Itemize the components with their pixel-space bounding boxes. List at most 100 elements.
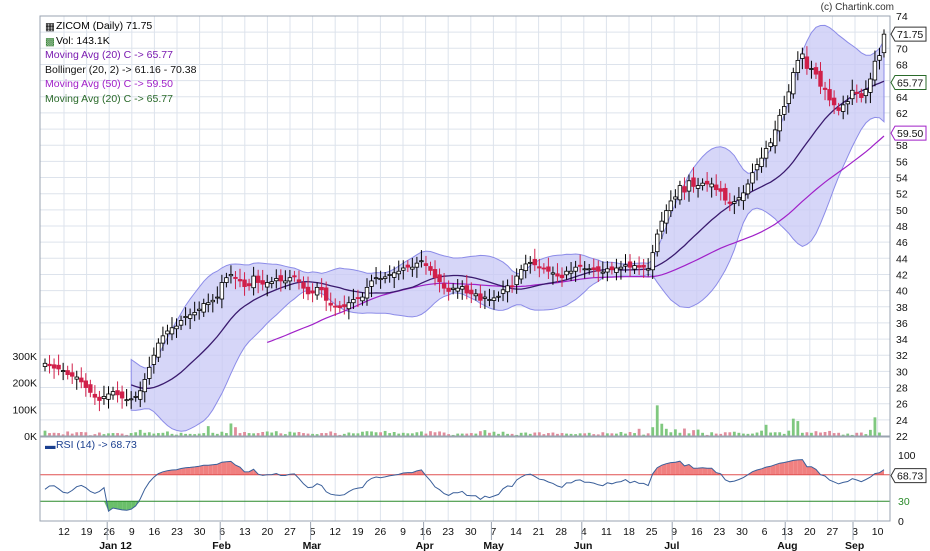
- volume-bar: [655, 405, 659, 436]
- x-tick-label: 9: [129, 526, 135, 538]
- candle-body: [691, 177, 696, 187]
- candle-body: [872, 60, 878, 81]
- candle-body: [51, 364, 57, 369]
- x-tick-label: 12: [329, 526, 341, 538]
- price-tick-label: 68: [896, 59, 908, 71]
- legend-volume: ▩Vol: 143.1K: [45, 34, 196, 49]
- x-tick-label: 27: [284, 526, 296, 538]
- candle-body: [47, 363, 52, 367]
- price-tick-label: 56: [896, 156, 908, 168]
- candle-body: [854, 91, 859, 94]
- candle: [56, 354, 61, 376]
- rsi-layer: [40, 459, 890, 513]
- volume-bar: [651, 427, 655, 436]
- candle-body: [741, 192, 746, 202]
- candle: [79, 367, 84, 389]
- rsi-overbought-fill: [190, 466, 195, 475]
- price-tick-label: 44: [896, 253, 908, 265]
- candle-body: [201, 303, 206, 313]
- candle-body: [323, 287, 329, 301]
- candle-body: [541, 267, 547, 270]
- price-tick-label: 50: [896, 205, 908, 217]
- legend-price: ▦ZICOM (Daily) 71.75: [45, 19, 196, 34]
- volume-bar: [673, 429, 677, 436]
- candle-body: [278, 275, 284, 282]
- volume-bar: [79, 432, 83, 436]
- legend-ma20-text: Moving Avg (20) C -> 65.77: [45, 49, 173, 61]
- candle-body: [360, 296, 365, 302]
- price-tick-label: 38: [896, 302, 908, 314]
- candle-body: [618, 266, 624, 270]
- rsi-overbought-fill: [806, 466, 812, 475]
- candle-body: [664, 210, 669, 224]
- candle-body: [115, 390, 120, 396]
- volume-bar: [868, 429, 872, 436]
- candle-body: [165, 330, 170, 335]
- volume-bar: [433, 432, 437, 436]
- candle-body: [800, 53, 805, 59]
- candle-body: [133, 396, 138, 398]
- price-badge-text: 71.75: [897, 29, 923, 41]
- volume-bar: [660, 423, 664, 436]
- candle-body: [636, 265, 642, 268]
- price-tick-label: 74: [896, 11, 908, 23]
- candle-body: [242, 279, 247, 287]
- volume-bar: [365, 431, 369, 436]
- ma50-badge: 59.50: [890, 125, 927, 141]
- candle-body: [831, 97, 837, 106]
- volume-bar: [383, 430, 387, 436]
- candle-body: [428, 266, 433, 271]
- rsi-overbought-fill: [226, 461, 231, 475]
- candle-body: [224, 277, 229, 283]
- candle: [97, 390, 102, 412]
- candle-body: [591, 267, 596, 271]
- volume-bar: [692, 430, 695, 436]
- volume-bar: [823, 432, 827, 436]
- candle-body: [863, 89, 869, 97]
- volume-bar: [361, 431, 364, 436]
- x-tick-label: 14: [510, 526, 522, 538]
- candle-body: [469, 289, 474, 295]
- candle-body: [124, 399, 129, 402]
- volume-bar: [760, 430, 763, 436]
- candle-body: [546, 266, 551, 272]
- x-tick-label: 10: [872, 526, 884, 538]
- x-tick-label: 27: [827, 526, 839, 538]
- candle-body: [346, 302, 352, 310]
- candle-body: [596, 266, 601, 272]
- x-tick-label: 30: [194, 526, 206, 538]
- candle: [119, 385, 125, 409]
- price-tick-label: 48: [896, 221, 908, 233]
- candle-body: [804, 56, 810, 69]
- volume-bar: [796, 421, 800, 436]
- volume-bar: [483, 430, 487, 436]
- candle-body: [314, 286, 320, 296]
- month-label: Mar: [303, 540, 322, 551]
- month-label: Sep: [845, 540, 864, 551]
- candle-body: [237, 279, 243, 282]
- price-tick-label: 34: [896, 334, 908, 346]
- legend-bollinger-text: Bollinger (20, 2) -> 61.16 - 70.38: [45, 63, 197, 76]
- price-tick-label: 24: [896, 415, 908, 427]
- legend-ma50: Moving Avg (50) C -> 59.50: [45, 77, 196, 92]
- candle-body: [718, 188, 723, 192]
- volume-bar: [392, 432, 396, 436]
- candle-body: [74, 376, 79, 380]
- volume-bar: [98, 432, 101, 436]
- price-tick-label: 36: [896, 318, 908, 330]
- bollinger-band-layer: [130, 24, 885, 432]
- rsi-overbought-fill: [779, 462, 785, 475]
- month-label: Jul: [664, 540, 679, 551]
- volume-bar: [438, 431, 441, 436]
- candle-body: [455, 287, 460, 292]
- rsi-legend-text: RSI (14) -> 68.73: [56, 439, 137, 451]
- candle-body: [500, 289, 506, 294]
- candle-body: [645, 268, 651, 271]
- candle-body: [382, 276, 388, 279]
- candle-body: [682, 186, 687, 193]
- volume-bar: [206, 426, 210, 436]
- volume-bar: [669, 432, 673, 436]
- candle-body: [101, 396, 107, 399]
- rsi-overbought-fill: [802, 459, 807, 475]
- volume-bar: [293, 432, 296, 436]
